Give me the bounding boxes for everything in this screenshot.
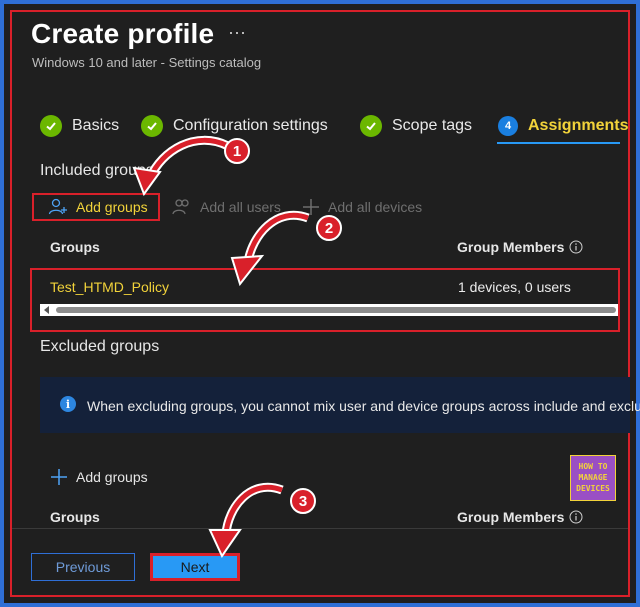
scrollbar-thumb[interactable] [56,307,616,313]
add-groups-highlight [32,193,160,221]
tab-label: Scope tags [392,117,473,134]
add-all-users-label: Add all users [200,199,281,215]
group-members-column-header[interactable]: Group Members [457,239,583,255]
table-row-group-name[interactable]: Test_HTMD_Policy [50,279,169,295]
footer-divider [12,528,628,529]
page-title: Create profile [31,18,215,49]
table-row-group-members: 1 devices, 0 users [458,279,571,295]
annotation-callout-1: 1 [224,138,250,164]
horizontal-scrollbar[interactable] [40,304,618,316]
included-groups-heading: Included groups [40,162,154,179]
excluded-group-members-column-header[interactable]: Group Members [457,509,583,525]
excluded-add-groups-label: Add groups [76,469,148,485]
groups-column-header[interactable]: Groups [50,239,100,255]
more-options-button[interactable]: ··· [228,22,246,43]
tab-scope-tags[interactable]: Scope tags [360,114,472,138]
info-icon[interactable] [569,510,583,524]
excluded-groups-column-header[interactable]: Groups [50,509,100,525]
check-circle-icon [360,115,382,137]
tab-assignments[interactable]: 4 Assignments [498,114,628,138]
tab-label: Configuration settings [173,117,328,134]
tab-label: Assignments [528,117,629,134]
tab-label: Basics [72,117,120,134]
group-members-header-label: Group Members [457,239,565,255]
table-row-highlight [30,268,620,332]
how-to-manage-devices-logo: HOW TO MANAGE DEVICES [570,455,616,501]
info-banner-text: When excluding groups, you cannot mix us… [87,398,640,414]
info-banner: i When excluding groups, you cannot mix … [40,377,640,433]
annotation-callout-3: 3 [290,488,316,514]
excluded-groups-heading: Excluded groups [40,338,160,355]
page-subtitle: Windows 10 and later - Settings catalog [32,55,262,70]
users-icon [172,198,192,216]
logo-line-3: DEVICES [576,484,610,493]
step-number-icon: 4 [498,116,518,136]
check-circle-icon [40,115,62,137]
tab-configuration-settings[interactable]: Configuration settings [141,114,328,138]
logo-line-2: MANAGE [578,473,608,482]
excluded-add-groups-button[interactable]: Add groups [50,467,148,487]
plus-icon [50,468,68,486]
active-tab-indicator [497,142,620,144]
check-circle-icon [141,115,163,137]
tab-basics[interactable]: Basics [40,114,119,138]
excluded-group-members-header-label: Group Members [457,509,565,525]
next-button[interactable]: Next [150,553,240,581]
logo-line-1: HOW TO [578,462,608,471]
info-icon[interactable] [569,240,583,254]
previous-button[interactable]: Previous [31,553,135,581]
info-circle-icon: i [60,396,76,412]
scroll-left-icon[interactable] [44,306,49,314]
plus-icon [302,198,320,216]
add-all-devices-button[interactable]: Add all devices [302,197,422,217]
annotation-callout-2: 2 [316,215,342,241]
add-all-users-button[interactable]: Add all users [172,197,281,217]
add-all-devices-label: Add all devices [328,199,423,215]
